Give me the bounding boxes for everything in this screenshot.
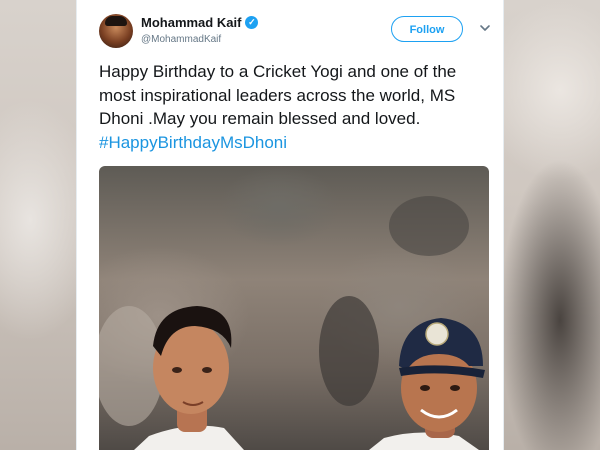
photo-illustration	[99, 196, 485, 450]
avatar-hair	[105, 16, 127, 26]
user-handle[interactable]: @MohammadKaif	[141, 34, 221, 45]
verified-badge-icon: ✓	[245, 16, 259, 29]
tweet-photo[interactable]	[99, 166, 489, 450]
avatar[interactable]	[99, 14, 133, 48]
follow-button[interactable]: Follow	[391, 16, 463, 42]
tweet-body: Happy Birthday to a Cricket Yogi and one…	[99, 62, 457, 128]
hashtag-link[interactable]: #HappyBirthdayMsDhoni	[99, 133, 287, 152]
tweet-card: Mohammad Kaif ✓ @MohammadKaif Follow Hap…	[76, 0, 504, 450]
author-name-row[interactable]: Mohammad Kaif ✓	[141, 15, 259, 30]
display-name[interactable]: Mohammad Kaif	[141, 15, 241, 30]
tweet-text: Happy Birthday to a Cricket Yogi and one…	[99, 60, 489, 154]
chevron-down-icon[interactable]	[479, 22, 491, 34]
